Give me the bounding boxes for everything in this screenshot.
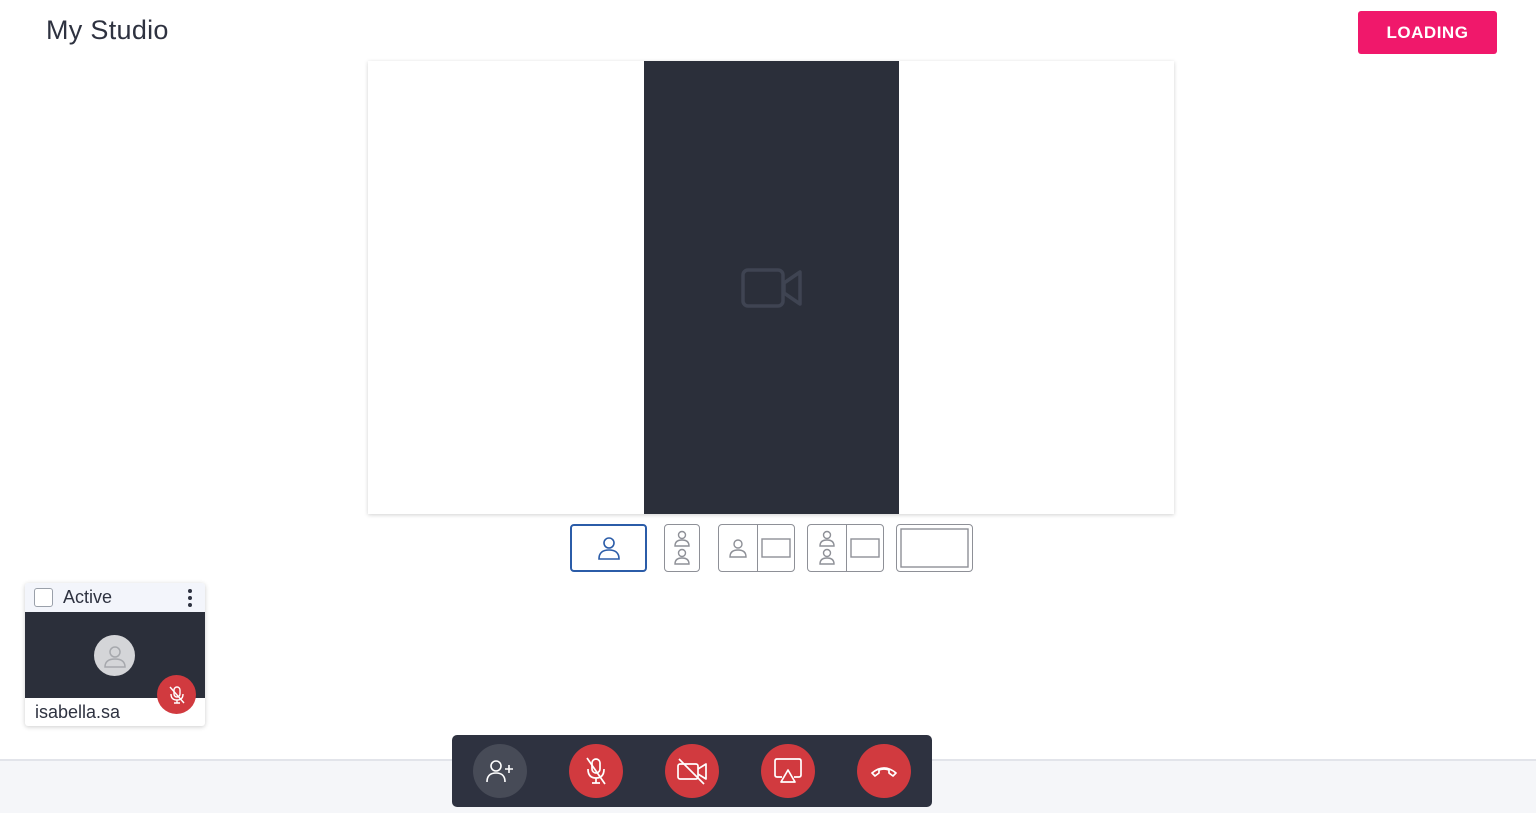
layout-picker [0,524,1536,572]
screen-icon [761,538,791,558]
call-controls-bar [452,735,932,807]
stage-video-slot [644,61,899,514]
participant-header: Active [25,583,205,612]
person-add-icon [486,760,513,783]
participant-status-label: Active [63,587,113,607]
mic-off-icon [586,757,606,785]
mic-off-icon [168,685,185,704]
stage-canvas [368,61,1174,514]
two-person-icon [819,530,835,565]
person-icon [103,645,126,668]
avatar [94,635,135,676]
screen-icon [850,538,880,558]
person-icon [597,537,620,560]
video-off-icon [677,758,707,785]
kebab-menu-icon[interactable] [183,588,197,608]
person-icon [729,539,747,558]
layout-two-people-stacked[interactable] [664,524,700,572]
participant-mute-indicator [157,675,196,714]
screen-icon [900,528,969,568]
two-person-icon [674,530,690,565]
screen-share-icon [774,758,802,783]
add-participant-button[interactable] [473,744,527,798]
layout-two-people-with-screen[interactable] [807,524,884,572]
active-checkbox[interactable] [34,588,53,607]
end-call-button[interactable] [857,744,911,798]
mute-mic-button[interactable] [569,744,623,798]
layout-single-person[interactable] [570,524,647,572]
layout-person-with-screen[interactable] [718,524,795,572]
studio-page: My Studio LOADING Active isabella.sa [0,0,1536,813]
phone-hangup-icon [871,767,897,777]
loading-button[interactable]: LOADING [1358,11,1497,54]
participant-card: Active isabella.sa [25,583,205,726]
participant-video [25,612,205,714]
layout-screen-only[interactable] [896,524,973,572]
page-title: My Studio [46,15,169,45]
camera-off-button[interactable] [665,744,719,798]
share-screen-button[interactable] [761,744,815,798]
participant-name: isabella.sa [35,702,121,722]
video-camera-icon [740,267,802,308]
